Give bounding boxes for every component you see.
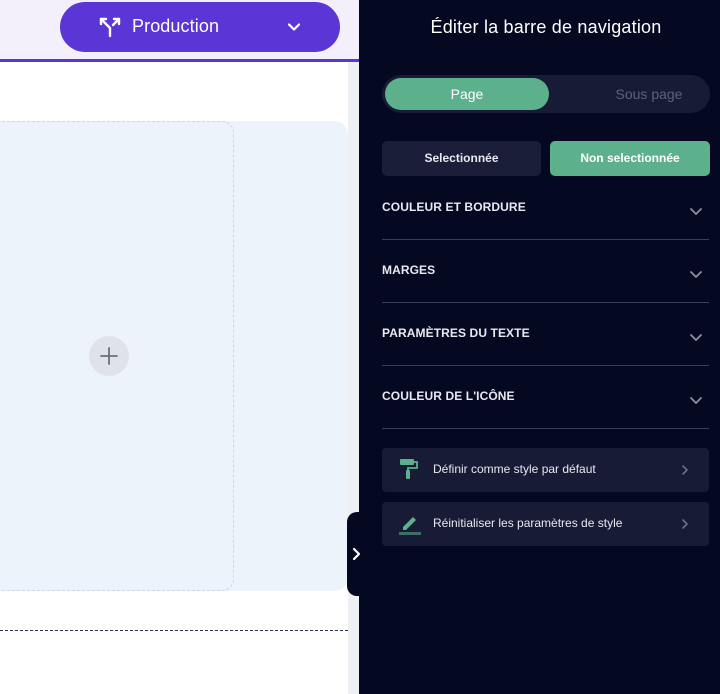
- accordion-label: COULEUR ET BORDURE: [382, 200, 526, 214]
- divider: [382, 365, 709, 366]
- branch-icon: [98, 15, 122, 39]
- environment-label: Production: [132, 16, 220, 36]
- accordion-marges[interactable]: MARGES: [382, 263, 709, 303]
- state-selected-button[interactable]: Selectionnée: [382, 141, 541, 176]
- chevron-down-icon: [688, 329, 704, 345]
- chevron-right-icon: [679, 517, 691, 529]
- tab-page[interactable]: Page: [385, 78, 549, 110]
- accordion-label: COULEUR DE L'ICÔNE: [382, 389, 515, 403]
- chevron-down-icon: [688, 266, 704, 282]
- add-element-button[interactable]: [89, 336, 129, 376]
- top-bar-underline: [0, 59, 359, 62]
- pencil-icon: [398, 512, 421, 535]
- action-label: Réinitialiser les paramètres de style: [433, 516, 623, 530]
- paint-roller-icon: [398, 458, 420, 480]
- canvas-scrollbar[interactable]: [348, 62, 359, 694]
- accordion-parametres-texte[interactable]: PARAMÈTRES DU TEXTE: [382, 326, 709, 366]
- chevron-right-icon: [679, 463, 691, 475]
- action-label: Définir comme style par défaut: [433, 462, 596, 476]
- divider: [382, 239, 709, 240]
- collapse-panel-button[interactable]: [347, 512, 361, 596]
- page-tab-switch: Page Sous page: [382, 75, 710, 113]
- accordion-label: PARAMÈTRES DU TEXTE: [382, 326, 530, 340]
- set-default-style-button[interactable]: Définir comme style par défaut: [382, 448, 709, 492]
- chevron-down-icon: [688, 392, 704, 408]
- tab-sous-page[interactable]: Sous page: [569, 78, 720, 110]
- editor-canvas: Production: [0, 0, 359, 694]
- accordion-label: MARGES: [382, 263, 436, 277]
- divider: [382, 302, 709, 303]
- navbar-editor-panel: Éditer la barre de navigation Page Sous …: [359, 0, 720, 694]
- top-bar: Production: [0, 0, 359, 59]
- panel-title: Éditer la barre de navigation: [430, 17, 662, 37]
- accordion-couleur-icone[interactable]: COULEUR DE L'ICÔNE: [382, 389, 709, 429]
- divider: [382, 428, 709, 429]
- accordion-couleur-bordure[interactable]: COULEUR ET BORDURE: [382, 200, 709, 240]
- tab-sous-page-label: Sous page: [615, 86, 683, 102]
- state-unselected-button[interactable]: Non selectionnée: [550, 141, 710, 176]
- chevron-down-icon: [688, 203, 704, 219]
- section-divider: [0, 630, 348, 631]
- chevron-down-icon: [284, 17, 304, 37]
- reset-style-button[interactable]: Réinitialiser les paramètres de style: [382, 502, 709, 546]
- environment-selector[interactable]: Production: [60, 2, 340, 52]
